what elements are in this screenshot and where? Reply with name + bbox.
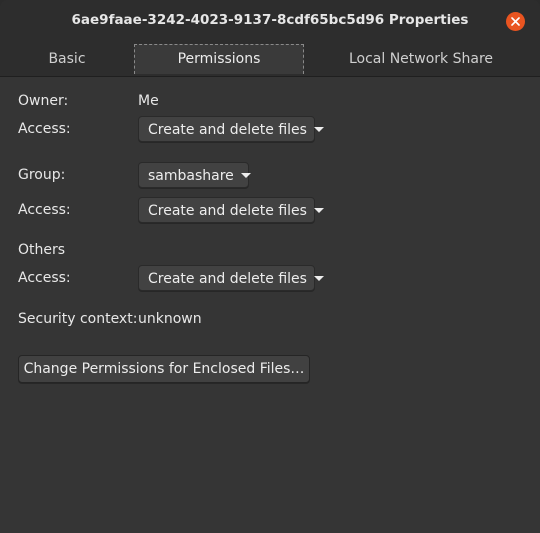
chevron-down-icon [313,207,324,213]
group-access-dropdown[interactable]: Create and delete files [138,197,324,223]
chevron-down-icon [313,126,324,132]
others-access-label: Access: [18,270,71,286]
others-label: Others [18,242,66,258]
tab-basic[interactable]: Basic [0,44,134,74]
close-button[interactable] [506,12,525,31]
title-bar: 6ae9faae-3242-4023-9137-8cdf65bc5d96 Pro… [0,0,540,44]
chevron-down-icon [313,275,324,281]
chevron-down-icon [240,172,251,178]
owner-value: Me [138,93,159,109]
owner-access-dropdown[interactable]: Create and delete files [138,116,324,142]
others-access-value: Create and delete files [148,271,307,287]
group-value: sambashare [148,168,234,184]
change-enclosed-permissions-button[interactable]: Change Permissions for Enclosed Files… [18,355,310,383]
group-dropdown[interactable]: sambashare [138,162,251,188]
tab-permissions[interactable]: Permissions [134,44,304,74]
others-access-dropdown[interactable]: Create and delete files [138,265,324,291]
group-access-value: Create and delete files [148,203,307,219]
properties-window: 6ae9faae-3242-4023-9137-8cdf65bc5d96 Pro… [0,0,540,533]
security-context-value: unknown [138,311,202,327]
window-title: 6ae9faae-3242-4023-9137-8cdf65bc5d96 Pro… [71,12,469,28]
tab-bar: Basic Permissions Local Network Share [0,44,540,77]
security-context-label: Security context: [18,311,138,327]
group-access-label: Access: [18,202,71,218]
tab-local-network-share[interactable]: Local Network Share [302,44,540,74]
group-label: Group: [18,167,66,183]
owner-label: Owner: [18,93,69,109]
owner-access-label: Access: [18,121,71,137]
owner-access-value: Create and delete files [148,122,307,138]
close-icon [511,17,520,26]
